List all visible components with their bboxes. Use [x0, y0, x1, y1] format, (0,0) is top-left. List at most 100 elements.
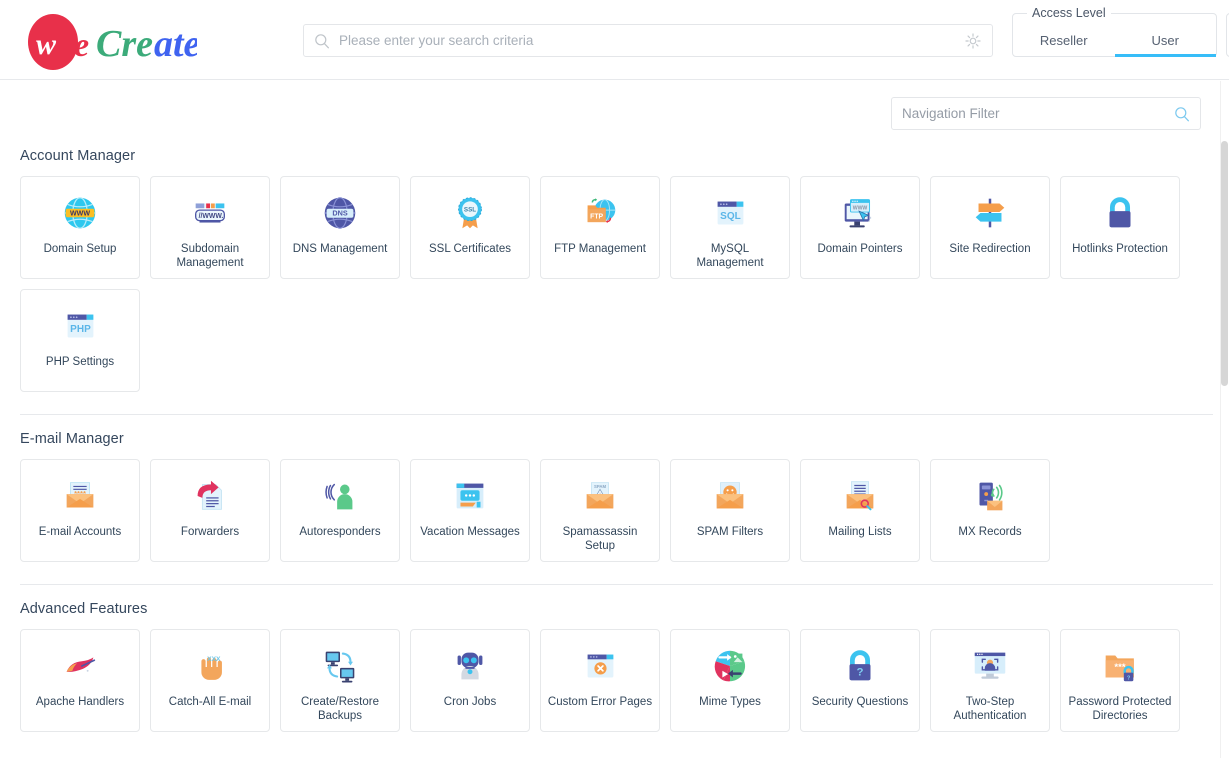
feature-card-spamassassin-setup[interactable]: SPAM ! Spamassassin Setup — [540, 459, 660, 562]
access-tab-reseller[interactable]: Reseller — [1013, 14, 1115, 56]
svg-text:SSL: SSL — [464, 207, 476, 214]
feature-card-autoresponders[interactable]: Autoresponders — [280, 459, 400, 562]
chat-window-icon — [448, 474, 492, 518]
section-title: Account Manager — [20, 148, 136, 164]
feature-card-spam-filters[interactable]: SPAM Filters — [670, 459, 790, 562]
feature-card-label: Domain Setup — [43, 243, 117, 255]
feature-card-catch-all-e-mail[interactable]: XXX Catch-All E-mail — [150, 629, 270, 732]
feature-card-domain-pointers[interactable]: WWW Domain Pointers — [800, 176, 920, 279]
feature-card-label: Two-Step Authentication — [953, 696, 1027, 722]
feature-card-label: Forwarders — [180, 526, 240, 538]
search-input[interactable] — [339, 33, 964, 48]
svg-text:XXX: XXX — [207, 656, 221, 663]
feature-card-label: DNS Management — [292, 243, 388, 255]
feature-grid: **** E-mail Accounts Forwarders Autoresp… — [20, 459, 1209, 562]
feature-card-ftp-management[interactable]: FTP FTP Management — [540, 176, 660, 279]
feature-card-label: Custom Error Pages — [547, 696, 653, 708]
feature-card-label: Site Redirection — [949, 243, 1031, 255]
envelope-password-icon: **** — [58, 474, 102, 518]
feather-icon — [58, 644, 102, 688]
navigation-filter-row — [0, 80, 1229, 132]
feature-card-label: Password Protected Directories — [1068, 696, 1172, 722]
svg-text:PHP: PHP — [70, 324, 91, 335]
feature-card-label: MX Records — [958, 526, 1022, 538]
forward-document-icon — [188, 474, 232, 518]
globe-www-icon: WWW — [58, 191, 102, 235]
feature-card-mysql-management[interactable]: SQL MySQL Management — [670, 176, 790, 279]
feature-card-label: Spamassassin Setup — [562, 526, 638, 552]
feature-card-ssl-certificates[interactable]: SSL SSL Certificates — [410, 176, 530, 279]
svg-text:SPAM: SPAM — [594, 484, 606, 489]
access-level-switch: Access Level Reseller User — [1012, 5, 1217, 57]
global-search[interactable] — [303, 24, 993, 57]
feature-card-mime-types[interactable]: Mime Types — [670, 629, 790, 732]
ftp-folder-icon: FTP — [578, 191, 622, 235]
envelope-spam-icon: SPAM ! — [578, 474, 622, 518]
feature-card-label: FTP Management — [554, 243, 646, 255]
brand-logo[interactable]: w e Cre ate — [22, 10, 202, 72]
svg-text:ate: ate — [154, 23, 197, 65]
feature-card-two-step-authentication[interactable]: Two-Step Authentication — [930, 629, 1050, 732]
section-divider — [20, 584, 1213, 585]
monitor-www-icon: WWW — [838, 191, 882, 235]
svg-text:DNS: DNS — [332, 209, 347, 218]
vertical-scrollbar-thumb[interactable] — [1221, 141, 1228, 386]
feature-card-dns-management[interactable]: DNS DNS Management — [280, 176, 400, 279]
feature-card-label: Mailing Lists — [828, 526, 892, 538]
feature-card-cron-jobs[interactable]: Cron Jobs — [410, 629, 530, 732]
feature-card-mx-records[interactable]: MX Records — [930, 459, 1050, 562]
feature-card-e-mail-accounts[interactable]: **** E-mail Accounts — [20, 459, 140, 562]
feature-sections: Account Manager WWW Domain Setup //WWW. … — [0, 132, 1229, 758]
vertical-scrollbar[interactable] — [1220, 81, 1229, 758]
section-title: E-mail Manager — [20, 431, 124, 447]
feature-card-label: Cron Jobs — [443, 696, 497, 708]
svg-text:e: e — [74, 27, 89, 64]
feature-card-label: MySQL Management — [696, 243, 764, 269]
navigation-filter[interactable] — [891, 97, 1201, 130]
navigation-filter-input[interactable] — [902, 106, 1174, 121]
hand-catch-icon: XXX — [188, 644, 232, 688]
access-tab-user[interactable]: User — [1114, 14, 1217, 57]
envelope-list-icon — [838, 474, 882, 518]
feature-card-label: Mime Types — [699, 696, 761, 708]
feature-card-label: Autoresponders — [299, 526, 381, 538]
mime-circle-icon — [708, 644, 752, 688]
feature-card-domain-setup[interactable]: WWW Domain Setup — [20, 176, 140, 279]
feature-card-create-restore-backups[interactable]: Create/Restore Backups — [280, 629, 400, 732]
svg-text:WWW: WWW — [853, 206, 868, 212]
feature-card-label: Hotlinks Protection — [1072, 243, 1168, 255]
feature-card-subdomain-management[interactable]: //WWW. Subdomain Management — [150, 176, 270, 279]
search-icon — [314, 33, 330, 49]
feature-card-label: PHP Settings — [45, 356, 115, 368]
gear-icon[interactable] — [964, 32, 982, 50]
ssl-badge-icon: SSL — [448, 191, 492, 235]
feature-grid: Apache Handlers XXX Catch-All E-mail Cre… — [20, 629, 1209, 732]
sql-window-icon: SQL — [708, 191, 752, 235]
section-account-manager: Account Manager WWW Domain Setup //WWW. … — [20, 148, 1209, 392]
feature-card-hotlinks-protection[interactable]: Hotlinks Protection — [1060, 176, 1180, 279]
search-icon[interactable] — [1174, 106, 1190, 122]
section-e-mail-manager: E-mail Manager **** E-mail Accounts Forw… — [20, 431, 1209, 562]
section-title: Advanced Features — [20, 601, 148, 617]
server-mail-icon — [968, 474, 1012, 518]
feature-card-label: Subdomain Management — [176, 243, 244, 269]
feature-card-label: Domain Pointers — [817, 243, 903, 255]
svg-text:?: ? — [1127, 675, 1131, 681]
feature-card-site-redirection[interactable]: Site Redirection — [930, 176, 1050, 279]
feature-card-mailing-lists[interactable]: Mailing Lists — [800, 459, 920, 562]
svg-text:Cre: Cre — [96, 23, 153, 65]
subdomain-bar-icon: //WWW. — [188, 191, 232, 235]
feature-card-label: Apache Handlers — [35, 696, 125, 708]
feature-card-label: SPAM Filters — [696, 526, 764, 538]
feature-card-password-protected-directories[interactable]: *** ? Password Protected Directories — [1060, 629, 1180, 732]
feature-card-custom-error-pages[interactable]: Custom Error Pages — [540, 629, 660, 732]
section-advanced-features: Advanced Features Apache Handlers XXX Ca… — [20, 601, 1209, 732]
feature-card-apache-handlers[interactable]: Apache Handlers — [20, 629, 140, 732]
feature-card-vacation-messages[interactable]: Vacation Messages — [410, 459, 530, 562]
feature-card-security-questions[interactable]: ? Security Questions — [800, 629, 920, 732]
feature-card-label: Vacation Messages — [420, 526, 520, 538]
feature-card-php-settings[interactable]: PHP PHP Settings — [20, 289, 140, 392]
feature-card-forwarders[interactable]: Forwarders — [150, 459, 270, 562]
folder-lock-icon: *** ? — [1098, 644, 1142, 688]
svg-text:FTP: FTP — [590, 214, 603, 221]
